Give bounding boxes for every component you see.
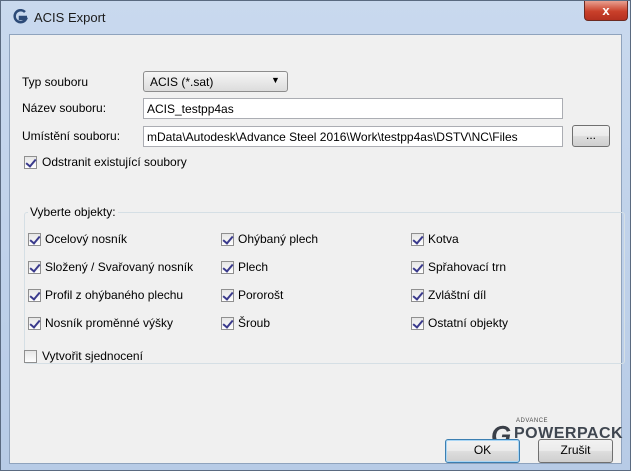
file-name-label: Název souboru: (22, 101, 107, 115)
location-value: mData\Autodesk\Advance Steel 2016\Work\t… (147, 130, 518, 144)
dialog-body: Typ souboru ACIS (*.sat) ▼ Název souboru… (9, 34, 625, 464)
acis-export-dialog: ACIS Export x Typ souboru ACIS (*.sat) ▼… (0, 0, 631, 471)
app-icon (13, 9, 28, 24)
object-checkbox[interactable] (411, 289, 424, 302)
object-checkbox[interactable] (28, 289, 41, 302)
browse-button[interactable]: ... (572, 125, 610, 147)
object-label: Ohýbaný plech (238, 232, 319, 246)
object-checkbox[interactable] (28, 233, 41, 246)
file-name-input[interactable]: ACIS_testpp4as (143, 98, 563, 119)
objects-group-label: Vyberte objekty: (28, 205, 118, 219)
union-label: Vytvořit sjednocení (42, 349, 143, 363)
object-label: Složený / Svařovaný nosník (45, 260, 194, 274)
object-label: Plech (238, 260, 269, 274)
object-checkbox[interactable] (221, 261, 234, 274)
delete-existing-label: Odstranit existující soubory (42, 155, 187, 169)
object-checkbox[interactable] (221, 317, 234, 330)
object-checkbox[interactable] (411, 317, 424, 330)
object-checkbox[interactable] (411, 261, 424, 274)
window-title: ACIS Export (34, 10, 106, 25)
object-checkbox[interactable] (28, 261, 41, 274)
object-checkbox[interactable] (28, 317, 41, 330)
object-label: Profil z ohýbaného plechu (45, 288, 184, 302)
logo-small-text: ADVANCE (516, 418, 549, 424)
object-label: Kotva (428, 232, 459, 246)
location-label: Umístění souboru: (22, 129, 121, 143)
chevron-down-icon: ▼ (271, 75, 280, 85)
ok-button[interactable]: OK (445, 439, 520, 463)
object-label: Ostatní objekty (428, 316, 509, 330)
object-checkbox[interactable] (221, 233, 234, 246)
file-type-value: ACIS (*.sat) (150, 75, 214, 89)
object-label: Pororošt (238, 288, 284, 302)
object-checkbox[interactable] (411, 233, 424, 246)
delete-existing-checkbox[interactable] (24, 156, 37, 169)
object-label: Nosník proměnné výšky (45, 316, 174, 330)
file-name-value: ACIS_testpp4as (147, 102, 234, 116)
object-label: Spřahovací trn (428, 260, 507, 274)
location-input[interactable]: mData\Autodesk\Advance Steel 2016\Work\t… (143, 126, 563, 147)
object-checkbox[interactable] (221, 289, 234, 302)
object-label: Šroub (238, 316, 271, 330)
object-label: Zvláštní díl (428, 288, 487, 302)
object-label: Ocelový nosník (45, 232, 128, 246)
union-checkbox[interactable] (24, 350, 37, 363)
title-bar[interactable]: ACIS Export x (1, 1, 630, 34)
close-button[interactable]: x (584, 1, 628, 21)
file-type-select[interactable]: ACIS (*.sat) ▼ (143, 71, 288, 92)
file-type-label: Typ souboru (22, 75, 89, 89)
cancel-button[interactable]: Zrušit (538, 439, 613, 463)
